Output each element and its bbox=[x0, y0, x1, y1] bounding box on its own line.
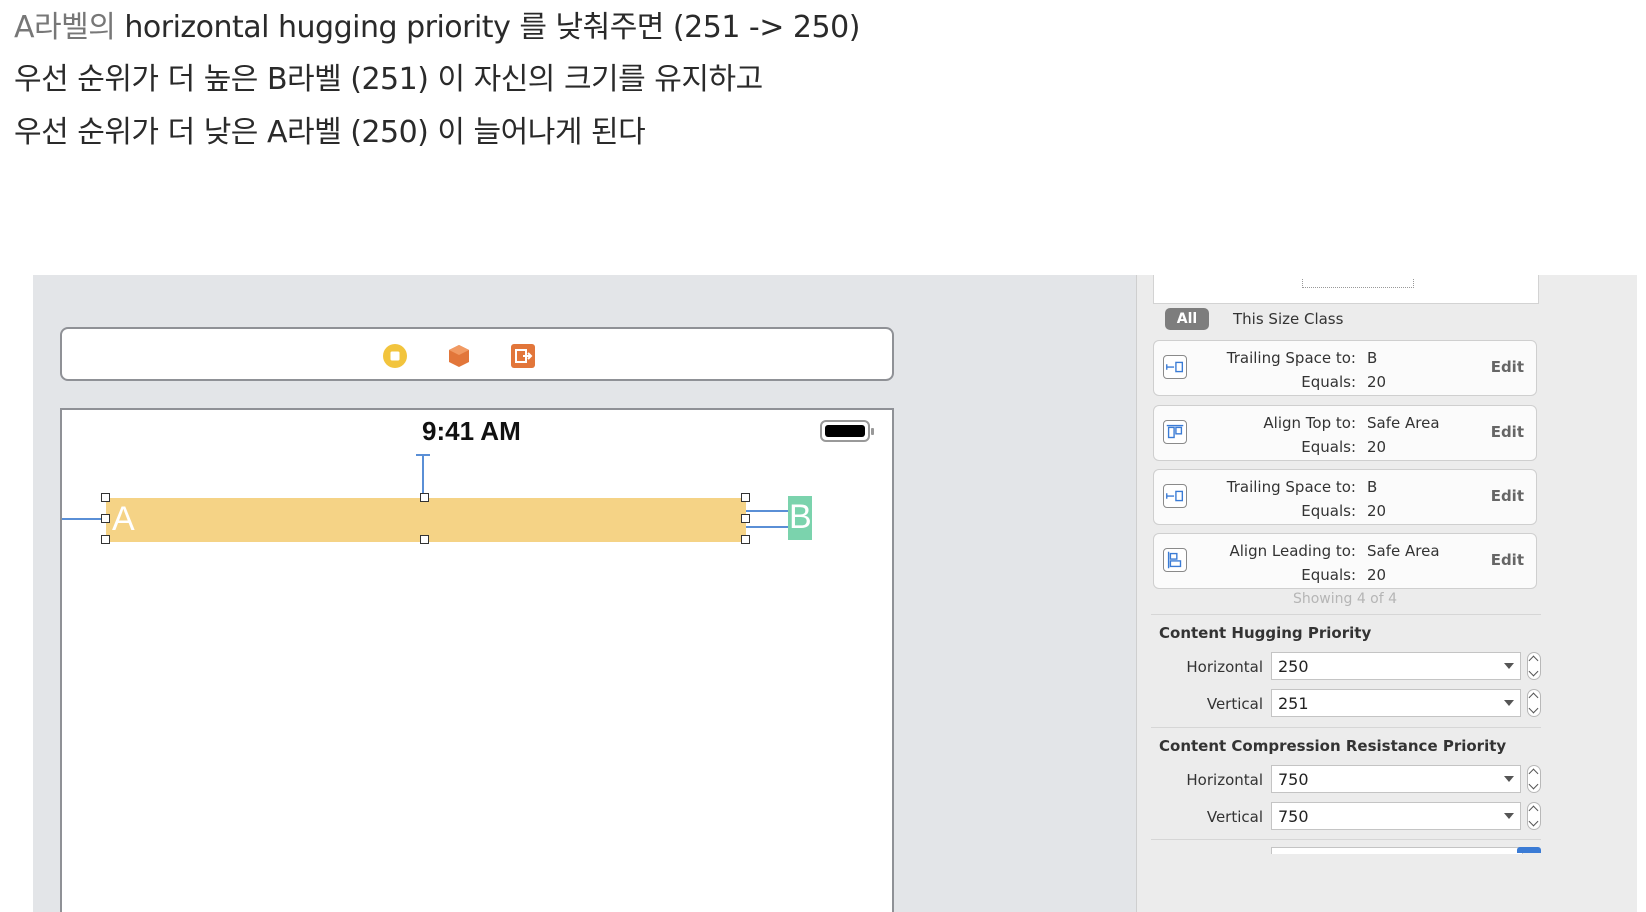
explanation-line-3: 우선 순위가 더 낮은 A라벨 (250) 이 늘어나게 된다 bbox=[14, 115, 646, 150]
edit-button[interactable]: Edit bbox=[1491, 358, 1524, 376]
hugging-vertical-combo[interactable]: 251 bbox=[1271, 689, 1521, 717]
compression-horizontal-label: Horizontal bbox=[1186, 771, 1263, 789]
xcode-screenshot: 9:41 AM A B All This Size Class Trailing… bbox=[33, 275, 1637, 912]
constraint-key: Align Leading to: bbox=[1229, 542, 1356, 560]
view-preview-box bbox=[1153, 275, 1539, 304]
top-constraint-line bbox=[422, 455, 424, 498]
trailing-space-icon bbox=[1163, 355, 1187, 379]
constraint-target: B bbox=[1367, 349, 1378, 367]
constraint-key: Trailing Space to: bbox=[1226, 478, 1356, 496]
align-top-icon bbox=[1163, 420, 1187, 444]
leading-constraint-line bbox=[62, 518, 106, 520]
constraint-equals-label: Equals: bbox=[1301, 373, 1356, 391]
resize-handle[interactable] bbox=[420, 493, 429, 502]
dropdown-arrow-icon[interactable] bbox=[1504, 700, 1514, 706]
trailing-constraint-line bbox=[746, 526, 788, 528]
hugging-vertical-stepper[interactable] bbox=[1527, 689, 1541, 717]
constraint-key: Trailing Space to: bbox=[1226, 349, 1356, 367]
divider bbox=[1151, 839, 1541, 840]
hugging-priority-title: Content Hugging Priority bbox=[1159, 624, 1372, 642]
hugging-horizontal-value: 250 bbox=[1278, 657, 1309, 676]
hugging-horizontal-label: Horizontal bbox=[1186, 658, 1263, 676]
constraint-equals-value: 20 bbox=[1367, 373, 1387, 391]
compression-horizontal-combo[interactable]: 750 bbox=[1271, 765, 1521, 793]
constraint-row[interactable]: Align Top to: Safe Area Equals: 20 Edit bbox=[1153, 405, 1537, 461]
all-size-class-button[interactable]: All bbox=[1165, 308, 1209, 330]
dropdown-arrow-icon[interactable] bbox=[1504, 813, 1514, 819]
constraint-row[interactable]: Trailing Space to: B Equals: 20 Edit bbox=[1153, 469, 1537, 525]
exit-icon[interactable] bbox=[510, 343, 536, 369]
constraint-equals-label: Equals: bbox=[1301, 566, 1356, 584]
label-b[interactable]: B bbox=[788, 496, 812, 540]
view-controller-icon[interactable] bbox=[382, 343, 408, 369]
constraint-key: Align Top to: bbox=[1263, 414, 1356, 432]
trailing-constraint-line bbox=[746, 510, 788, 512]
resize-handle[interactable] bbox=[101, 535, 110, 544]
constraint-target: B bbox=[1367, 478, 1378, 496]
compression-vertical-value: 750 bbox=[1278, 807, 1309, 826]
compression-vertical-stepper[interactable] bbox=[1527, 802, 1541, 830]
compression-vertical-combo[interactable]: 750 bbox=[1271, 802, 1521, 830]
compression-horizontal-stepper[interactable] bbox=[1527, 765, 1541, 793]
compression-horizontal-value: 750 bbox=[1278, 770, 1309, 789]
constraint-equals-value: 20 bbox=[1367, 438, 1387, 456]
this-size-class-button[interactable]: This Size Class bbox=[1233, 308, 1343, 330]
edit-button[interactable]: Edit bbox=[1491, 487, 1524, 505]
device-canvas: 9:41 AM A B bbox=[60, 408, 894, 912]
status-time: 9:41 AM bbox=[422, 416, 521, 446]
dropdown-arrow-icon[interactable] bbox=[1504, 663, 1514, 669]
scene-dock bbox=[60, 327, 894, 381]
constraints-count: Showing 4 of 4 bbox=[1292, 591, 1398, 607]
edit-button[interactable]: Edit bbox=[1491, 551, 1524, 569]
battery-icon bbox=[820, 420, 874, 442]
explanation-line-1: A라벨의 horizontal hugging priority 를 낮춰주면 … bbox=[14, 2, 860, 46]
constraint-equals-value: 20 bbox=[1367, 566, 1387, 584]
constraint-row[interactable]: Trailing Space to: B Equals: 20 Edit bbox=[1153, 340, 1537, 396]
resize-handle[interactable] bbox=[741, 535, 750, 544]
align-leading-icon bbox=[1163, 548, 1187, 572]
next-control-partial bbox=[1271, 847, 1523, 854]
size-class-selector: All This Size Class bbox=[1153, 303, 1537, 335]
compression-vertical-label: Vertical bbox=[1206, 808, 1263, 826]
constraint-equals-label: Equals: bbox=[1301, 438, 1356, 456]
top-constraint-cap bbox=[416, 454, 430, 456]
edit-button[interactable]: Edit bbox=[1491, 423, 1524, 441]
constraint-row[interactable]: Align Leading to: Safe Area Equals: 20 E… bbox=[1153, 533, 1537, 589]
first-responder-icon[interactable] bbox=[446, 343, 472, 369]
resize-handle[interactable] bbox=[741, 514, 750, 523]
compression-priority-title: Content Compression Resistance Priority bbox=[1159, 737, 1507, 755]
resize-handle[interactable] bbox=[420, 535, 429, 544]
constraint-target: Safe Area bbox=[1367, 414, 1440, 432]
hugging-vertical-label: Vertical bbox=[1206, 695, 1263, 713]
hugging-horizontal-stepper[interactable] bbox=[1527, 652, 1541, 680]
label-a-text: A라벨의 bbox=[14, 10, 116, 45]
label-b-text: B bbox=[789, 498, 812, 536]
divider bbox=[1151, 727, 1541, 728]
resize-handle[interactable] bbox=[741, 493, 750, 502]
constraint-equals-label: Equals: bbox=[1301, 502, 1356, 520]
explanation-line-2: 우선 순위가 더 높은 B라벨 (251) 이 자신의 크기를 유지하고 bbox=[14, 62, 763, 97]
constraint-target: Safe Area bbox=[1367, 542, 1440, 560]
divider bbox=[1151, 614, 1541, 615]
dropdown-arrow-icon[interactable] bbox=[1504, 776, 1514, 782]
size-inspector: All This Size Class Trailing Space to: B… bbox=[1136, 275, 1637, 912]
line1-rest: horizontal hugging priority 를 낮춰주면 (251 … bbox=[115, 10, 860, 45]
hugging-vertical-value: 251 bbox=[1278, 694, 1309, 713]
hugging-horizontal-combo[interactable]: 250 bbox=[1271, 652, 1521, 680]
resize-handle[interactable] bbox=[101, 514, 110, 523]
label-a-text: A bbox=[112, 500, 135, 538]
next-control-accent bbox=[1517, 847, 1541, 853]
resize-handle[interactable] bbox=[101, 493, 110, 502]
trailing-space-icon bbox=[1163, 484, 1187, 508]
constraint-equals-value: 20 bbox=[1367, 502, 1387, 520]
